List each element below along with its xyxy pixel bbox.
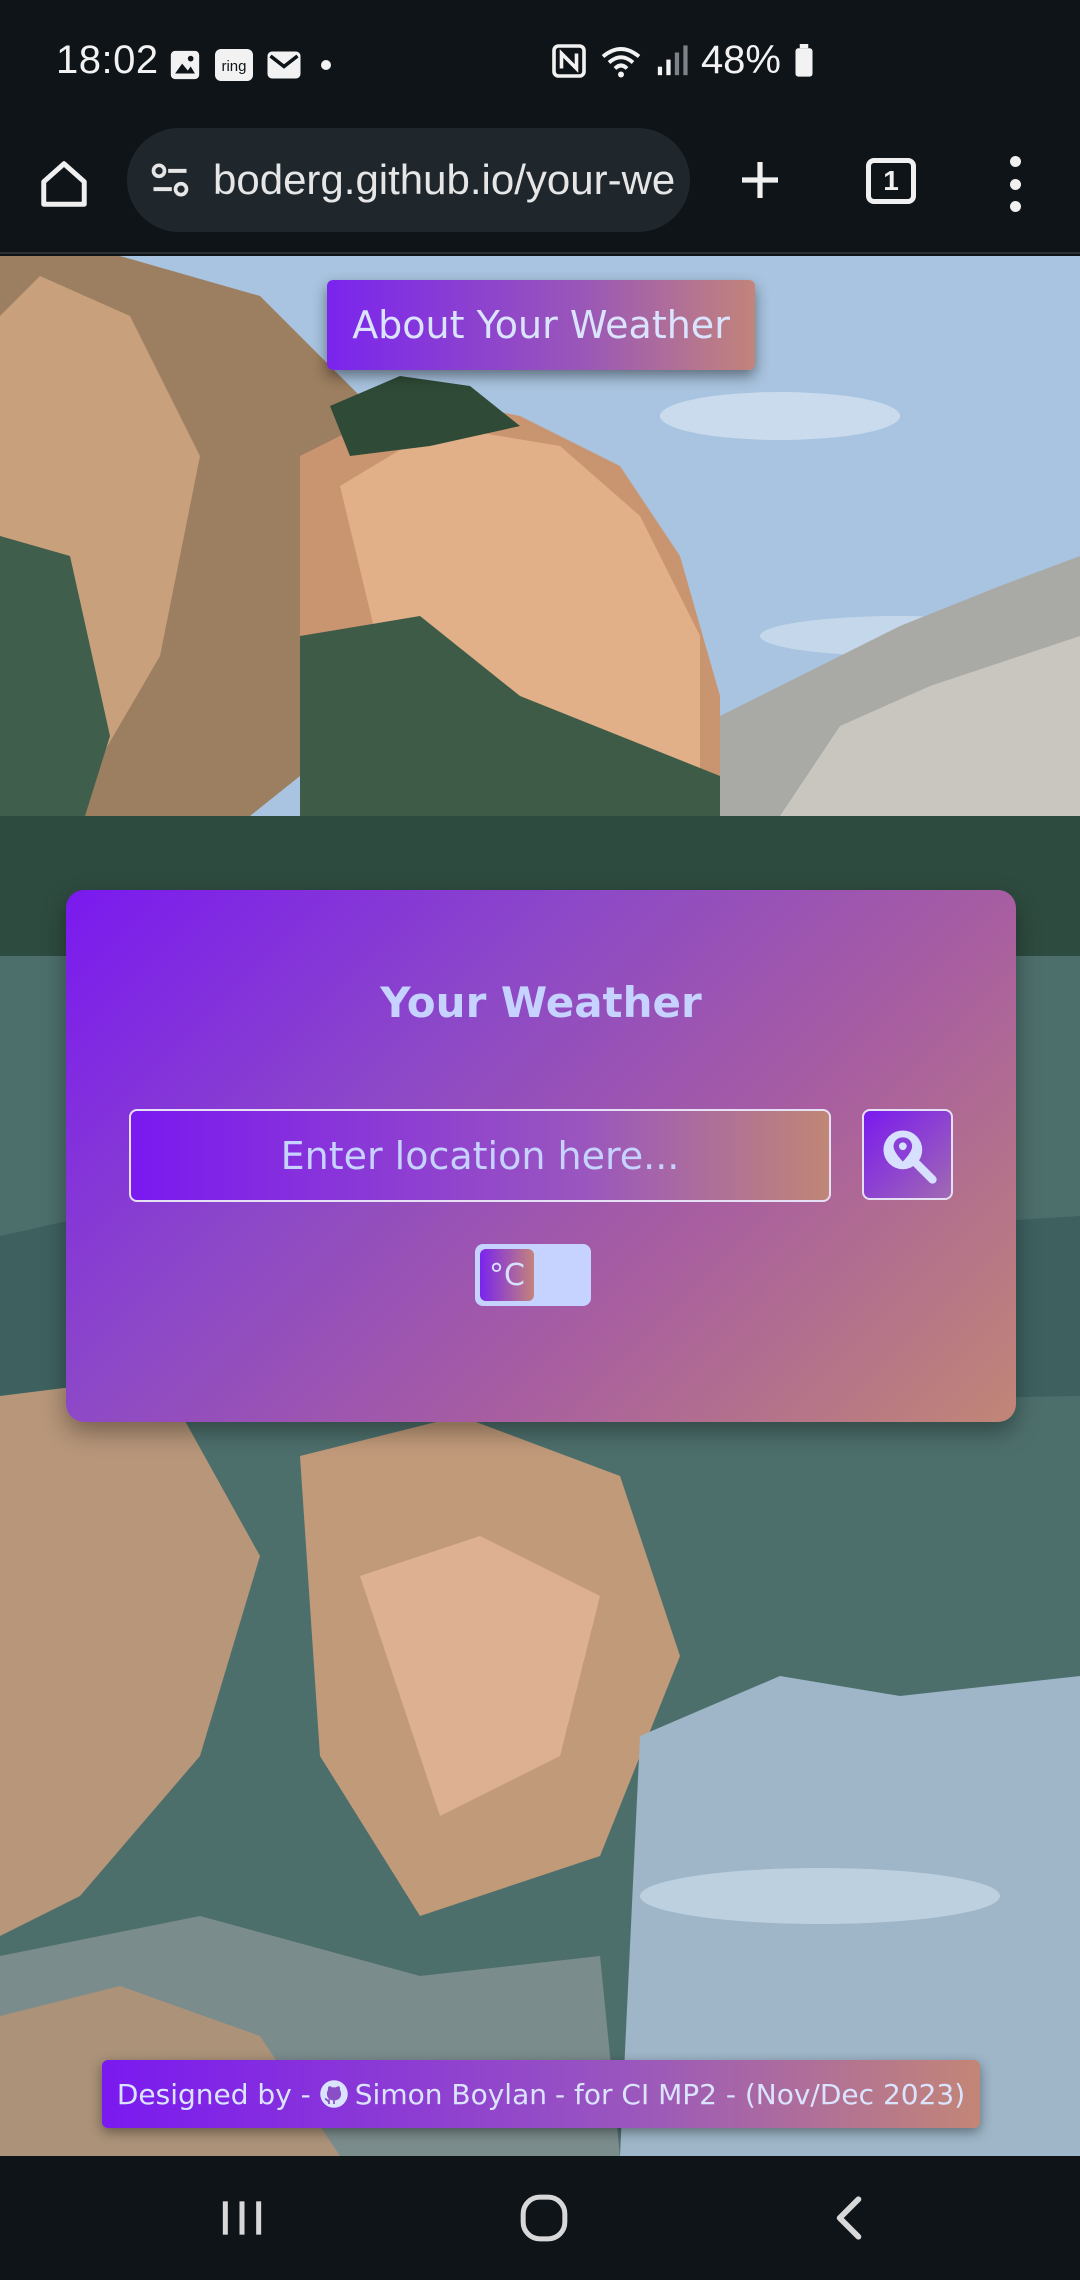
temperature-unit-toggle[interactable]: °C <box>475 1244 591 1306</box>
menu-icon[interactable] <box>1003 156 1027 212</box>
status-bar: 18:02 ring 48% <box>0 0 1080 128</box>
footer-prefix: Designed by - <box>116 2077 311 2111</box>
weather-card: Your Weather °C <box>66 890 1016 1422</box>
location-input[interactable] <box>129 1109 831 1202</box>
browser-toolbar: boderg.github.io/your-we 1 <box>0 128 1080 254</box>
system-icons: 48% <box>551 38 815 83</box>
back-button[interactable] <box>808 2186 888 2250</box>
search-location-icon <box>882 1129 937 1184</box>
svg-text:ring: ring <box>221 58 246 75</box>
about-button[interactable]: About Your Weather <box>327 280 755 370</box>
address-bar[interactable]: boderg.github.io/your-we <box>127 128 690 232</box>
author-github-link[interactable]: Simon Boylan <box>319 2078 547 2111</box>
location-search-button[interactable] <box>862 1109 953 1200</box>
signal-icon <box>657 44 688 75</box>
author-name: Simon Boylan <box>354 2077 547 2111</box>
card-title: Your Weather <box>380 978 702 1027</box>
mail-icon <box>267 51 301 79</box>
nfc-icon <box>552 43 586 78</box>
recent-apps-icon <box>222 2201 262 2235</box>
dot-icon <box>321 60 331 70</box>
home-button[interactable] <box>34 154 94 214</box>
wifi-icon <box>601 46 641 77</box>
footer: Designed by - Simon Boylan - for CI MP2 … <box>102 2060 980 2128</box>
back-chevron-icon <box>836 2196 862 2240</box>
gallery-icon <box>170 50 200 80</box>
plus-icon <box>742 162 778 198</box>
status-time: 18:02 <box>56 38 159 82</box>
battery-percent: 48% <box>700 38 781 82</box>
home-circle-icon <box>520 2194 568 2242</box>
home-nav-button[interactable] <box>504 2186 584 2250</box>
tab-switcher-button[interactable]: 1 <box>866 158 916 204</box>
ring-icon: ring <box>215 49 253 81</box>
battery-icon <box>795 43 813 77</box>
home-icon <box>41 161 87 207</box>
web-page: About Your Weather Your Weather °C Desig… <box>0 256 1080 2156</box>
recent-apps-button[interactable] <box>202 2186 282 2250</box>
new-tab-button[interactable] <box>730 150 790 210</box>
toggle-knob: °C <box>480 1249 534 1301</box>
url-text: boderg.github.io/your-we <box>213 156 676 203</box>
site-settings-icon[interactable] <box>145 155 195 205</box>
system-navigation-bar <box>0 2156 1080 2280</box>
github-icon <box>320 2080 348 2108</box>
footer-suffix: - for CI MP2 - (Nov/Dec 2023) <box>554 2077 966 2111</box>
notification-icons: ring <box>168 48 338 82</box>
